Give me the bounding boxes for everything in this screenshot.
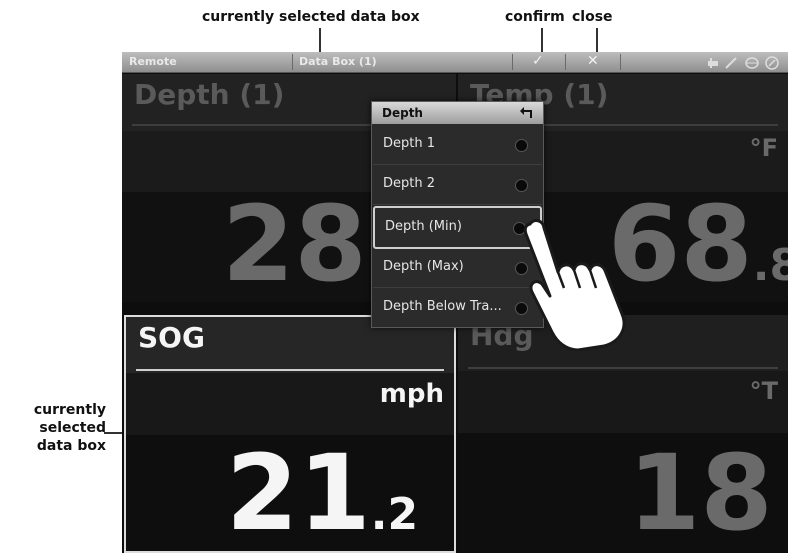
- title-bar: Remote Data Box (1) ✓ ✕: [122, 52, 788, 73]
- radio-dot: [515, 179, 528, 192]
- divider: [512, 54, 513, 70]
- value-decimal: .8: [752, 240, 788, 291]
- leader-line: [104, 432, 124, 434]
- check-icon[interactable]: ✓: [532, 53, 544, 69]
- menu-item-depth-1[interactable]: Depth 1: [373, 125, 542, 165]
- menu-item-depth-2[interactable]: Depth 2: [373, 165, 542, 205]
- menu-title: Depth: [382, 106, 423, 120]
- back-arrow-icon[interactable]: [519, 106, 535, 120]
- satellite-icon: [708, 58, 718, 68]
- value-decimal: .2: [370, 489, 419, 540]
- divider: [565, 54, 566, 70]
- hdg-value: 18: [628, 432, 773, 553]
- pen-icon: [725, 57, 737, 69]
- menu-item-label: Depth 1: [383, 136, 435, 151]
- sog-data-box[interactable]: SOG mph 21.2: [124, 315, 456, 553]
- divider: [136, 369, 444, 371]
- annotation-left-1: currently: [33, 402, 106, 418]
- annotation-confirm: confirm: [505, 9, 565, 25]
- annotation-close: close: [572, 9, 613, 25]
- sonar-icon: [745, 57, 759, 69]
- divider: [292, 54, 293, 70]
- status-icons: [706, 55, 784, 74]
- depth-value: 28: [222, 183, 367, 302]
- divider: [620, 54, 621, 70]
- compass-icon: [765, 56, 779, 70]
- device-screen: Remote Data Box (1) ✓ ✕ Depth (1) 28 Tem…: [122, 52, 788, 553]
- tile-title: Depth (1): [134, 78, 285, 111]
- unit-label: mph: [379, 379, 444, 409]
- x-icon[interactable]: ✕: [587, 53, 599, 69]
- annotation-left-2: selected: [39, 420, 106, 436]
- menu-item-label: Depth 2: [383, 176, 435, 191]
- menu-header: Depth: [372, 102, 543, 124]
- radio-dot: [515, 139, 528, 152]
- current-data-box-label: Data Box (1): [299, 55, 377, 68]
- menu-item-label: Depth (Min): [385, 219, 462, 234]
- remote-label: Remote: [129, 55, 177, 68]
- annotation-left-3: data box: [36, 438, 106, 454]
- hand-pointer-icon: [523, 219, 626, 351]
- sog-value: 21.2: [226, 441, 418, 545]
- tile-title: SOG: [138, 321, 205, 354]
- unit-label: °F: [749, 134, 778, 162]
- value-integer: 21: [226, 432, 371, 553]
- divider: [468, 367, 778, 369]
- unit-label: °T: [749, 377, 778, 405]
- menu-item-label: Depth (Max): [383, 259, 464, 274]
- menu-item-label: Depth Below Tra...: [383, 299, 502, 314]
- annotation-selected-top: currently selected data box: [202, 9, 420, 25]
